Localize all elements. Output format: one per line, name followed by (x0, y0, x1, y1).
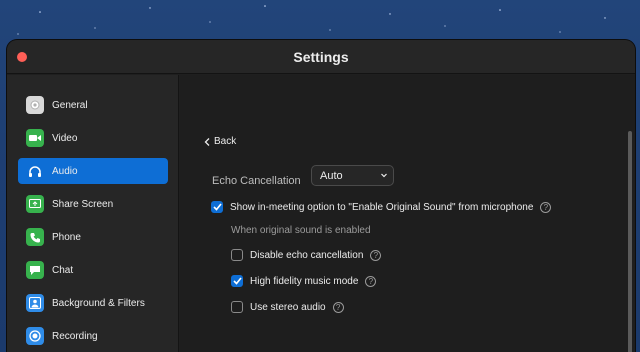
video-camera-icon (26, 129, 44, 147)
echo-cancellation-select[interactable]: Auto (311, 165, 394, 186)
sidebar-item-label: Recording (52, 330, 98, 342)
phone-icon (26, 228, 44, 246)
checkmark-icon (212, 203, 222, 211)
sidebar-item-label: Background & Filters (52, 297, 145, 309)
original-sound-subtext: When original sound is enabled (231, 225, 371, 236)
chat-bubble-icon (26, 261, 44, 279)
original-sound-option: Show in-meeting option to "Enable Origin… (211, 201, 552, 213)
sidebar-item-audio[interactable]: Audio (18, 158, 168, 184)
high-fidelity-checkbox[interactable] (231, 275, 243, 287)
gear-icon (26, 96, 44, 114)
help-icon[interactable]: ? (332, 301, 344, 313)
sidebar-item-label: Phone (52, 231, 81, 243)
sidebar-item-label: General (52, 99, 88, 111)
echo-cancellation-value: Auto (320, 169, 343, 182)
original-sound-label: Show in-meeting option to "Enable Origin… (230, 201, 534, 213)
back-label: Back (214, 136, 237, 147)
sidebar-item-label: Share Screen (52, 198, 114, 210)
high-fidelity-option: High fidelity music mode ? (231, 275, 377, 287)
help-icon[interactable]: ? (370, 249, 382, 261)
share-screen-icon (26, 195, 44, 213)
help-icon[interactable]: ? (540, 201, 552, 213)
starry-background (17, 5, 606, 35)
stereo-audio-label: Use stereo audio (250, 301, 326, 313)
audio-settings-panel: Back Echo Cancellation Auto Show in-meet… (180, 75, 635, 352)
echo-cancellation-label: Echo Cancellation (212, 175, 301, 187)
sidebar-item-label: Video (52, 132, 78, 144)
sidebar-item-phone[interactable]: Phone (18, 224, 168, 250)
high-fidelity-label: High fidelity music mode (250, 275, 359, 287)
settings-window: Settings General Video Audio Share Scree… (7, 40, 635, 352)
record-icon (26, 327, 44, 345)
window-title: Settings (293, 49, 349, 65)
chevron-left-icon (204, 137, 210, 146)
disable-echo-label: Disable echo cancellation (250, 249, 364, 261)
sidebar-item-label: Chat (52, 264, 74, 276)
checkmark-icon (232, 277, 242, 285)
sidebar-item-label: Audio (52, 165, 78, 177)
sidebar-item-recording[interactable]: Recording (18, 323, 168, 349)
help-icon[interactable]: ? (365, 275, 377, 287)
settings-sidebar: General Video Audio Share Screen Phone C… (7, 75, 179, 352)
headphones-icon (26, 162, 44, 180)
sidebar-item-general[interactable]: General (18, 92, 168, 118)
sidebar-item-chat[interactable]: Chat (18, 257, 168, 283)
original-sound-checkbox[interactable] (211, 201, 223, 213)
disable-echo-option: Disable echo cancellation ? (231, 249, 382, 261)
back-link[interactable]: Back (204, 136, 236, 147)
stereo-audio-option: Use stereo audio ? (231, 301, 344, 313)
scrollbar-thumb[interactable] (628, 131, 632, 352)
person-background-icon (26, 294, 44, 312)
stereo-audio-checkbox[interactable] (231, 301, 243, 313)
sidebar-item-share-screen[interactable]: Share Screen (18, 191, 168, 217)
chevron-down-icon (381, 173, 387, 178)
sidebar-item-background-filters[interactable]: Background & Filters (18, 290, 168, 316)
sidebar-item-video[interactable]: Video (18, 125, 168, 151)
disable-echo-checkbox[interactable] (231, 249, 243, 261)
title-bar: Settings (7, 40, 635, 74)
